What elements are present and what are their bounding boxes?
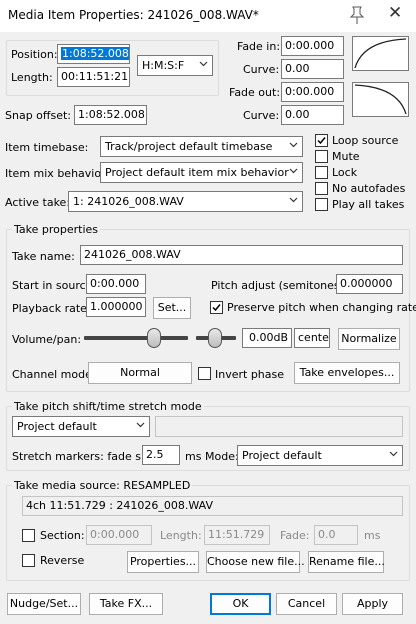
pitch-adjust-label: Pitch adjust (semitones):: [211, 279, 348, 292]
item-timebase-select[interactable]: Track/project default timebase: [100, 136, 303, 157]
chevron-down-icon: [289, 168, 298, 174]
play-all-takes-label: Play all takes: [332, 198, 405, 211]
reverse-checkbox[interactable]: [22, 554, 35, 567]
fade-in-curve[interactable]: [352, 36, 409, 71]
active-take-select[interactable]: 1: 241026_008.WAV: [68, 191, 303, 212]
volume-slider-thumb[interactable]: [147, 328, 161, 348]
stretch-markers-label: Stretch markers: fade size:: [12, 450, 161, 463]
position-label: Position:: [11, 48, 58, 61]
curve-in-field[interactable]: 0.00: [281, 59, 344, 79]
chevron-down-icon: [199, 61, 208, 67]
channel-mode-button[interactable]: Normal: [88, 362, 192, 384]
fade-in-field[interactable]: 0:00.000: [281, 36, 344, 56]
item-timebase-label: Item timebase:: [5, 141, 89, 154]
loop-source-label: Loop source: [332, 134, 399, 147]
start-in-source-label: Start in source:: [12, 279, 97, 292]
section-fade-label: Fade:: [280, 529, 310, 542]
nudge-set-button[interactable]: Nudge/Set...: [7, 593, 81, 615]
volume-db-field[interactable]: 0.00dB: [242, 328, 292, 348]
properties-button[interactable]: Properties...: [127, 551, 199, 573]
take-name-field[interactable]: 241026_008.WAV: [80, 245, 403, 265]
no-autofades-checkbox[interactable]: [315, 182, 328, 195]
ok-button[interactable]: OK: [210, 593, 271, 615]
media-source-title: Take media source: RESAMPLED: [12, 479, 193, 492]
chevron-down-icon: [289, 142, 298, 148]
fade-out-field[interactable]: 0:00.000: [281, 82, 344, 102]
lock-label: Lock: [332, 166, 358, 179]
pitch-adjust-field[interactable]: 0.000000: [336, 274, 403, 294]
pan-value-field[interactable]: center: [294, 328, 330, 348]
curve-out-field[interactable]: 0.00: [281, 105, 344, 125]
pan-slider-thumb[interactable]: [208, 328, 222, 348]
mute-label: Mute: [332, 150, 360, 163]
no-autofades-label: No autofades: [332, 182, 406, 195]
apply-button[interactable]: Apply: [342, 593, 403, 615]
active-take-label: Active take:: [5, 196, 71, 209]
section-length-field: 11:51.729: [204, 525, 270, 545]
preserve-pitch-label: Preserve pitch when changing rate: [227, 301, 416, 314]
normalize-button[interactable]: Normalize: [338, 328, 400, 350]
volume-slider-track[interactable]: [84, 336, 188, 340]
pitch-shift-submode-field: [155, 416, 403, 437]
section-fade-field: 0.0: [314, 525, 358, 545]
loop-source-checkbox[interactable]: [315, 134, 328, 147]
cancel-button[interactable]: Cancel: [276, 593, 337, 615]
fade-size-field[interactable]: 2.5: [142, 445, 180, 465]
invert-phase-checkbox[interactable]: [198, 367, 211, 380]
channel-mode-label: Channel mode:: [12, 368, 96, 381]
pitch-shift-title: Take pitch shift/time stretch mode: [12, 400, 204, 413]
set-rate-button[interactable]: Set...: [153, 297, 191, 319]
item-mix-label: Item mix behavior:: [5, 167, 110, 180]
fade-out-curve[interactable]: [352, 82, 409, 117]
take-name-label: Take name:: [12, 250, 75, 263]
preserve-pitch-checkbox[interactable]: [210, 301, 223, 314]
section-fade-unit: ms: [364, 529, 381, 542]
window-title: Media Item Properties: 241026_008.WAV*: [8, 8, 259, 22]
rename-file-button[interactable]: Rename file...: [308, 551, 385, 573]
take-properties-title: Take properties: [12, 223, 101, 236]
take-envelopes-button[interactable]: Take envelopes...: [294, 362, 400, 384]
section-checkbox[interactable]: [22, 529, 35, 542]
time-format-select[interactable]: H:M:S:F: [137, 55, 213, 76]
stretch-mode-select[interactable]: Project default: [237, 445, 403, 466]
play-all-takes-checkbox[interactable]: [315, 198, 328, 211]
length-field[interactable]: 00:11:51:21: [57, 67, 130, 87]
fade-size-unit: ms: [185, 450, 202, 463]
section-label: Section:: [40, 529, 85, 542]
lock-checkbox[interactable]: [315, 166, 328, 179]
fade-out-label: Fade out:: [229, 86, 281, 99]
checkmark-icon: [212, 304, 221, 312]
close-icon[interactable]: ✕: [388, 3, 402, 23]
pitch-shift-mode-select[interactable]: Project default: [12, 416, 150, 437]
invert-phase-label: Invert phase: [215, 368, 285, 381]
section-length-label: Length:: [160, 529, 202, 542]
snap-offset-label: Snap offset:: [5, 109, 71, 122]
item-mix-select[interactable]: Project default item mix behavior: [100, 162, 303, 183]
chevron-down-icon: [136, 422, 145, 428]
length-label: Length:: [11, 71, 53, 84]
curve-out-label: Curve:: [243, 109, 280, 122]
stretch-mode-label: Mode:: [205, 450, 239, 463]
pin-icon[interactable]: [348, 5, 366, 25]
mute-checkbox[interactable]: [315, 150, 328, 163]
media-source-field: 4ch 11:51.729 : 241026_008.WAV: [22, 496, 403, 516]
choose-new-file-button[interactable]: Choose new file...: [206, 551, 305, 573]
reverse-label: Reverse: [40, 554, 85, 567]
checkmark-icon: [317, 137, 326, 145]
curve-in-label: Curve:: [243, 63, 280, 76]
playback-rate-label: Playback rate:: [12, 302, 91, 315]
section-field: 0:00.000: [86, 525, 152, 545]
start-in-source-field[interactable]: 0:00.000: [86, 274, 146, 294]
take-fx-button[interactable]: Take FX...: [89, 593, 163, 615]
title-bar: Media Item Properties: 241026_008.WAV* ✕: [0, 0, 416, 32]
chevron-down-icon: [389, 451, 398, 457]
volume-pan-label: Volume/pan:: [12, 333, 82, 346]
chevron-down-icon: [289, 197, 298, 203]
playback-rate-field[interactable]: 1.000000: [86, 297, 146, 317]
fade-in-label: Fade in:: [237, 40, 281, 53]
snap-offset-field[interactable]: 1:08:52.008: [74, 105, 147, 125]
position-field[interactable]: 1:08:52.008: [57, 44, 130, 64]
